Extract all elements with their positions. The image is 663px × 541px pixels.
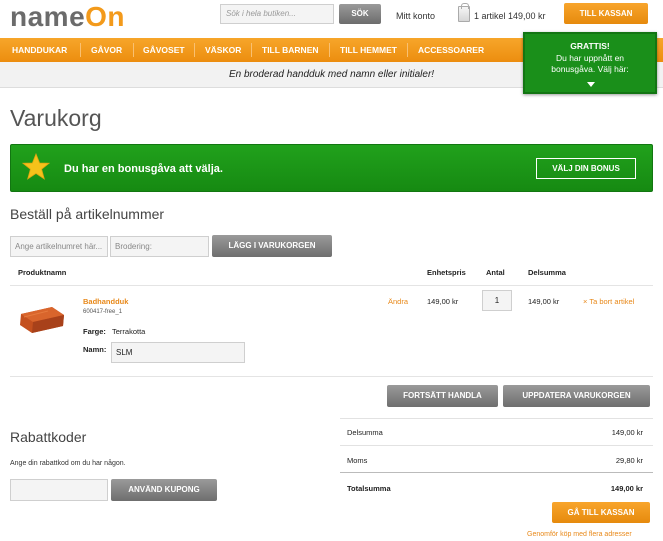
vat-value: 29,80 kr: [615, 456, 643, 465]
col-header-subtotal: Delsumma: [528, 268, 566, 277]
top-header: nameOn Sök i hela butiken... SÖK Mitt ko…: [0, 0, 663, 35]
gift-title: GRATTIS!: [570, 41, 610, 51]
totals-divider: [340, 472, 653, 473]
multi-address-link[interactable]: Genomför köp med flera adresser: [527, 531, 632, 538]
subtotal-label: Delsumma: [347, 428, 383, 437]
nav-divider: [194, 43, 195, 57]
update-cart-button[interactable]: UPPDATERA VARUKORGEN: [503, 385, 650, 407]
cart-bag-icon[interactable]: [458, 3, 470, 22]
vat-label: Moms: [347, 456, 368, 465]
chevron-down-icon: [587, 82, 595, 87]
coupon-title: Rabattkoder: [10, 429, 87, 445]
coupon-hint: Ange din rabattkod om du har någon.: [10, 460, 126, 467]
nav-divider: [407, 43, 408, 57]
embroidery-name-field[interactable]: SLM: [111, 342, 245, 363]
nav-divider: [329, 43, 330, 57]
nav-item-handdukar[interactable]: HANDDUKAR: [12, 38, 67, 62]
nav-item-gavoset[interactable]: GÅVOSET: [143, 38, 185, 62]
star-icon: [22, 153, 50, 180]
choose-bonus-button[interactable]: VÄLJ DIN BONUS: [536, 158, 636, 179]
subtotal-value: 149,00 kr: [611, 428, 643, 437]
continue-shopping-button[interactable]: FORTSÄTT HANDLA: [387, 385, 498, 407]
nav-divider: [133, 43, 134, 57]
unit-price: 149,00 kr: [427, 297, 459, 306]
add-to-cart-button[interactable]: LÄGG I VARUKORGEN: [212, 235, 332, 257]
row-subtotal: 149,00 kr: [528, 297, 560, 306]
product-name-link[interactable]: Badhandduk: [83, 297, 128, 306]
bonus-text: Du har en bonusgåva att välja.: [64, 163, 223, 175]
sku-input[interactable]: Ange artikelnumret här...: [10, 236, 108, 257]
nav-divider: [80, 43, 81, 57]
account-link[interactable]: Mitt konto: [396, 11, 435, 21]
nav-divider: [251, 43, 252, 57]
gift-popup[interactable]: GRATTIS! Du har uppnått en bonusgåva. Vä…: [523, 32, 657, 94]
product-sku: 600417-free_1: [83, 309, 123, 315]
table-divider: [10, 285, 653, 286]
product-image[interactable]: [18, 303, 66, 335]
total-value: 149,00 kr: [610, 484, 643, 493]
go-to-checkout-button[interactable]: GÅ TILL KASSAN: [552, 502, 650, 523]
header-checkout-button[interactable]: TILL KASSAN: [564, 3, 648, 24]
nav-item-till-barnen[interactable]: TILL BARNEN: [262, 38, 319, 62]
totals-divider: [340, 445, 653, 446]
gift-line2: bonusgåva. Välj här:: [551, 64, 629, 74]
apply-coupon-button[interactable]: ANVÄND KUPONG: [111, 479, 217, 501]
name-label: Namn:: [83, 345, 107, 354]
totals-divider: [340, 418, 653, 419]
nav-item-vaskor[interactable]: VÄSKOR: [205, 38, 241, 62]
cart-summary[interactable]: 1 artikel 149,00 kr: [474, 11, 546, 21]
logo[interactable]: nameOn: [10, 1, 125, 33]
nav-item-till-hemmet[interactable]: TILL HEMMET: [340, 38, 397, 62]
remove-item-link[interactable]: × Ta bort artikel: [583, 297, 634, 306]
col-header-qty: Antal: [486, 268, 505, 277]
quantity-input[interactable]: 1: [482, 290, 512, 311]
table-divider: [10, 376, 653, 377]
search-button[interactable]: SÖK: [339, 4, 381, 24]
color-value: Terrakotta: [112, 327, 146, 336]
logo-on: On: [85, 1, 126, 32]
total-label: Totalsumma: [347, 484, 391, 493]
embroidery-input[interactable]: Brodering:: [110, 236, 209, 257]
coupon-input[interactable]: [10, 479, 108, 501]
col-header-unit-price: Enhetspris: [427, 268, 466, 277]
nav-item-accessoarer[interactable]: ACCESSOARER: [418, 38, 484, 62]
color-label: Farge:: [83, 327, 106, 336]
page-title: Varukorg: [10, 105, 102, 131]
edit-item-link[interactable]: Ändra: [388, 297, 408, 306]
search-input[interactable]: Sök i hela butiken...: [220, 4, 334, 24]
gift-line1: Du har uppnått en: [555, 53, 625, 63]
logo-name: name: [10, 1, 86, 32]
nav-item-gavor[interactable]: GÅVOR: [91, 38, 122, 62]
order-by-sku-title: Beställ på artikelnummer: [10, 206, 165, 222]
col-header-product: Produktnamn: [18, 268, 67, 277]
bonus-banner: Du har en bonusgåva att välja. VÄLJ DIN …: [10, 144, 653, 192]
